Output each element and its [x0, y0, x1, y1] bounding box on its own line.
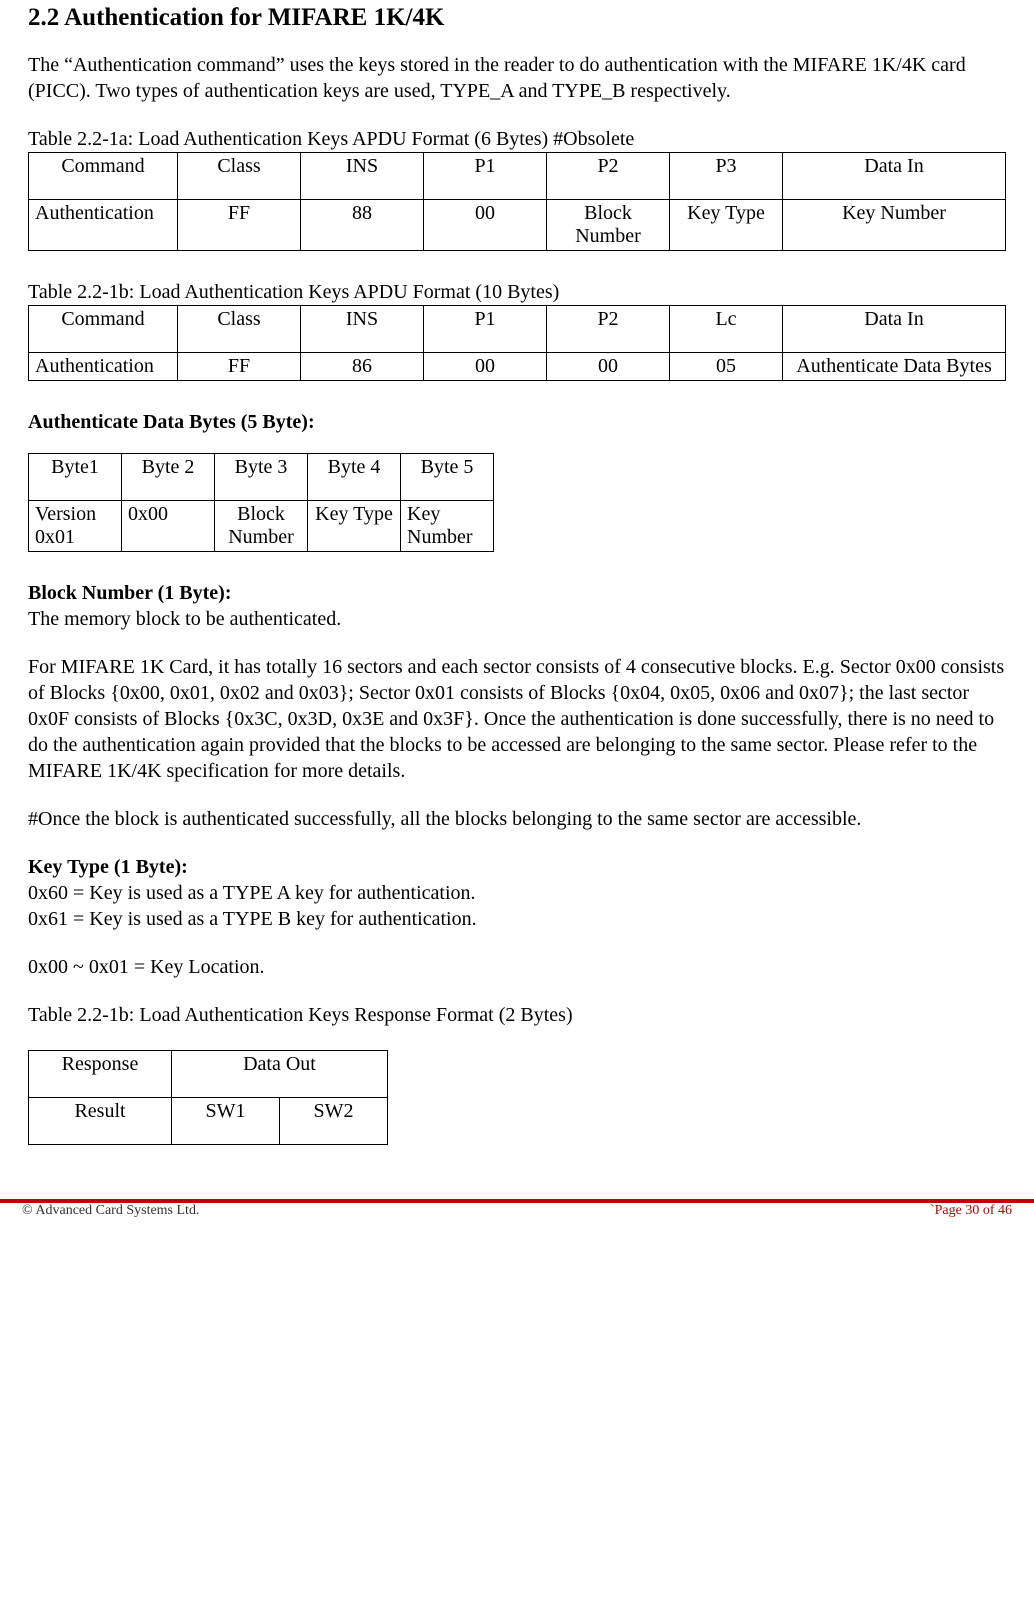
table1-caption: Table 2.2-1a: Load Authentication Keys A… [28, 126, 1006, 152]
table-header-row: Command Class INS P1 P2 Lc Data In [29, 306, 1006, 353]
td-byte2: 0x00 [122, 501, 215, 552]
table-apdu-6-bytes: Command Class INS P1 P2 P3 Data In Authe… [28, 152, 1006, 251]
td-p1: 00 [424, 200, 547, 251]
th-class: Class [178, 306, 301, 353]
th-command: Command [29, 306, 178, 353]
table-row: Version 0x01 0x00 Block Number Key Type … [29, 501, 494, 552]
intro-paragraph: The “Authentication command” uses the ke… [28, 52, 1006, 104]
table-header-row: Byte1 Byte 2 Byte 3 Byte 4 Byte 5 [29, 454, 494, 501]
th-data-in: Data In [783, 153, 1006, 200]
blocknum-note: #Once the block is authenticated success… [28, 806, 1006, 832]
table-authenticate-data-bytes: Byte1 Byte 2 Byte 3 Byte 4 Byte 5 Versio… [28, 453, 494, 552]
response-table-caption: Table 2.2-1b: Load Authentication Keys R… [28, 1002, 1006, 1028]
td-byte1: Version 0x01 [29, 501, 122, 552]
blocknum-paragraph: For MIFARE 1K Card, it has totally 16 se… [28, 654, 1006, 784]
table-row: Authentication FF 88 00 Block Number Key… [29, 200, 1006, 251]
td-sw1: SW1 [172, 1098, 280, 1145]
th-p1: P1 [424, 153, 547, 200]
td-data-in: Key Number [783, 200, 1006, 251]
th-byte5: Byte 5 [401, 454, 494, 501]
td-p2: Block Number [547, 200, 670, 251]
td-byte3: Block Number [215, 501, 308, 552]
section-title: 2.2 Authentication for MIFARE 1K/4K [28, 4, 1006, 32]
page-footer: © Advanced Card Systems Ltd. `Page 30 of… [0, 1199, 1034, 1231]
td-byte4: Key Type [308, 501, 401, 552]
td-result: Result [29, 1098, 172, 1145]
th-p1: P1 [424, 306, 547, 353]
th-ins: INS [301, 153, 424, 200]
td-sw2: SW2 [280, 1098, 388, 1145]
td-lc: 05 [670, 353, 783, 381]
th-p2: P2 [547, 306, 670, 353]
th-byte2: Byte 2 [122, 454, 215, 501]
td-p2: 00 [547, 353, 670, 381]
td-ins: 86 [301, 353, 424, 381]
th-data-in: Data In [783, 306, 1006, 353]
td-p1: 00 [424, 353, 547, 381]
td-command: Authentication [29, 353, 178, 381]
adb-heading: Authenticate Data Bytes (5 Byte): [28, 409, 1006, 435]
footer-copyright: © Advanced Card Systems Ltd. [0, 1203, 199, 1219]
table-row: Result SW1 SW2 [29, 1098, 388, 1145]
table-header-row: Response Data Out [29, 1051, 388, 1098]
document-page: 2.2 Authentication for MIFARE 1K/4K The … [0, 4, 1034, 1145]
th-command: Command [29, 153, 178, 200]
th-ins: INS [301, 306, 424, 353]
blocknum-heading: Block Number (1 Byte): [28, 582, 232, 604]
th-class: Class [178, 153, 301, 200]
td-byte5: Key Number [401, 501, 494, 552]
td-class: FF [178, 200, 301, 251]
th-lc: Lc [670, 306, 783, 353]
table2-caption: Table 2.2-1b: Load Authentication Keys A… [28, 279, 1006, 305]
table-apdu-10-bytes: Command Class INS P1 P2 Lc Data In Authe… [28, 305, 1006, 381]
table-response-format: Response Data Out Result SW1 SW2 [28, 1050, 388, 1145]
th-data-out: Data Out [172, 1051, 388, 1098]
keytype-line1: 0x60 = Key is used as a TYPE A key for a… [28, 880, 1006, 906]
footer-page-number: `Page 30 of 46 [930, 1203, 1034, 1219]
td-p3: Key Type [670, 200, 783, 251]
th-p3: P3 [670, 153, 783, 200]
td-class: FF [178, 353, 301, 381]
td-ins: 88 [301, 200, 424, 251]
th-response: Response [29, 1051, 172, 1098]
td-command: Authentication [29, 200, 178, 251]
table-header-row: Command Class INS P1 P2 P3 Data In [29, 153, 1006, 200]
td-data-in: Authenticate Data Bytes [783, 353, 1006, 381]
keytype-heading: Key Type (1 Byte): [28, 856, 188, 878]
th-byte4: Byte 4 [308, 454, 401, 501]
keytype-line3: 0x00 ~ 0x01 = Key Location. [28, 954, 1006, 980]
table-row: Authentication FF 86 00 00 05 Authentica… [29, 353, 1006, 381]
th-byte3: Byte 3 [215, 454, 308, 501]
th-p2: P2 [547, 153, 670, 200]
keytype-line2: 0x61 = Key is used as a TYPE B key for a… [28, 906, 1006, 932]
th-byte1: Byte1 [29, 454, 122, 501]
blocknum-desc: The memory block to be authenticated. [28, 606, 1006, 632]
